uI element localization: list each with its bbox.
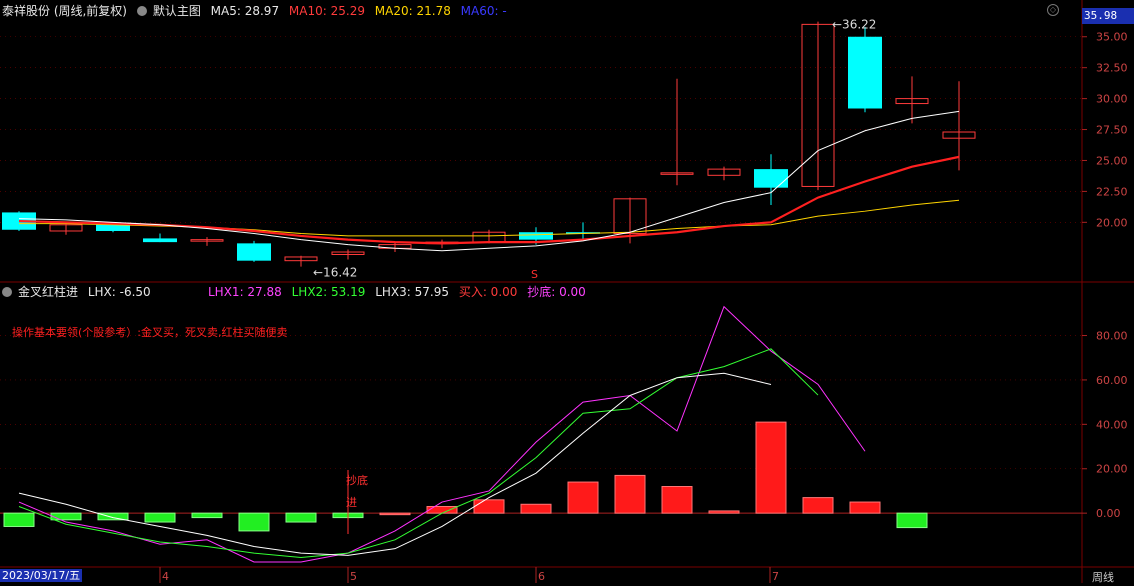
indicator-tick-label: 80.00 bbox=[1096, 330, 1128, 343]
price-tick-label: 27.50 bbox=[1096, 124, 1128, 137]
price-tick-label: 32.50 bbox=[1096, 62, 1128, 75]
high-price-annotation: ←36.22 bbox=[832, 18, 876, 32]
lhx-value: LHX: -6.50 bbox=[87, 285, 151, 299]
green-bar bbox=[896, 512, 928, 529]
lhx3-line bbox=[18, 372, 772, 556]
indicator-tick-label: 20.00 bbox=[1096, 463, 1128, 476]
bottom-value: 抄底: 0.00 bbox=[527, 285, 586, 299]
red-bar bbox=[567, 481, 599, 514]
green-bar bbox=[50, 512, 82, 521]
candle-body-down bbox=[237, 243, 271, 261]
red-bar bbox=[614, 474, 646, 514]
price-tick-label: 25.00 bbox=[1096, 154, 1128, 167]
indicator-tick-label: 40.00 bbox=[1096, 418, 1128, 431]
month-label: 5 bbox=[350, 570, 357, 583]
main-chart-legend: 泰祥股份 (周线,前复权) 默认主图 MA5: 28.97 MA10: 25.2… bbox=[2, 2, 513, 19]
indicator-note: 操作基本要领(个股参考）:金叉买，死叉卖,红柱买随便卖 bbox=[12, 326, 288, 339]
green-bar bbox=[3, 512, 35, 527]
indicator-legend: 金叉红柱进 LHX: -6.50 bbox=[2, 283, 157, 300]
red-bar bbox=[520, 503, 552, 514]
indicator-selector-icon[interactable] bbox=[2, 287, 12, 297]
candle-body-down bbox=[519, 232, 553, 240]
lhx2-value: LHX2: 53.19 bbox=[291, 285, 366, 299]
ma10-value: MA10: 25.29 bbox=[288, 4, 365, 18]
red-bar bbox=[708, 510, 740, 514]
red-bar bbox=[849, 501, 881, 514]
green-bar bbox=[191, 512, 223, 519]
chart-selector-icon[interactable] bbox=[136, 6, 147, 16]
chart-menu-icon[interactable]: ◇ bbox=[1047, 4, 1059, 16]
ma20-value: MA20: 21.78 bbox=[374, 4, 451, 18]
stock-title[interactable]: 泰祥股份 (周线,前复权) bbox=[2, 4, 127, 18]
buy-value: 买入: 0.00 bbox=[458, 285, 518, 299]
red-bar bbox=[379, 512, 411, 516]
lhx1-value: LHX1: 27.88 bbox=[208, 285, 282, 299]
indicator-name[interactable]: 金叉红柱进 bbox=[18, 285, 78, 299]
sell-signal-marker: S bbox=[531, 268, 538, 281]
red-bar bbox=[802, 497, 834, 514]
price-tick-label: 35.00 bbox=[1096, 31, 1128, 44]
indicator-tick-label: 60.00 bbox=[1096, 374, 1128, 387]
low-price-annotation: ←16.42 bbox=[313, 266, 357, 280]
enter-signal-text: 进 bbox=[346, 496, 357, 509]
price-tick-label: 20.00 bbox=[1096, 216, 1128, 229]
red-bar bbox=[661, 486, 693, 514]
red-bar bbox=[426, 505, 458, 514]
candle-body-down bbox=[848, 36, 882, 109]
ma60-value: MA60: - bbox=[460, 4, 507, 18]
green-bar bbox=[238, 512, 270, 532]
green-bar bbox=[144, 512, 176, 523]
ma5-value: MA5: 28.97 bbox=[210, 4, 280, 18]
red-bar bbox=[755, 421, 787, 514]
month-label: 4 bbox=[162, 570, 169, 583]
indicator-tick-label: 0.00 bbox=[1096, 507, 1121, 520]
lhx2-line bbox=[18, 348, 819, 559]
indicator-values: LHX1: 27.88 LHX2: 53.19 LHX3: 57.95 买入: … bbox=[208, 283, 592, 300]
candle-body-down bbox=[143, 238, 177, 243]
lhx3-value: LHX3: 57.95 bbox=[375, 285, 449, 299]
stock-chart-window[interactable]: 35.00 32.50 30.00 27.50 25.00 22.50 20.00 ←36.2… bbox=[0, 0, 1134, 584]
current-price-label: 35.98 bbox=[1082, 8, 1134, 24]
red-bar bbox=[473, 499, 505, 514]
price-tick-label: 30.00 bbox=[1096, 93, 1128, 106]
candle-body-down bbox=[754, 169, 788, 188]
green-bar bbox=[285, 512, 317, 523]
chart-template-label[interactable]: 默认主图 bbox=[153, 4, 201, 18]
bottom-signal-text: 抄底 bbox=[346, 473, 368, 487]
price-tick-label: 22.50 bbox=[1096, 185, 1128, 198]
month-label: 7 bbox=[772, 570, 779, 583]
cursor-date: 2023/03/17/五 bbox=[0, 569, 83, 582]
month-label: 6 bbox=[538, 570, 545, 583]
